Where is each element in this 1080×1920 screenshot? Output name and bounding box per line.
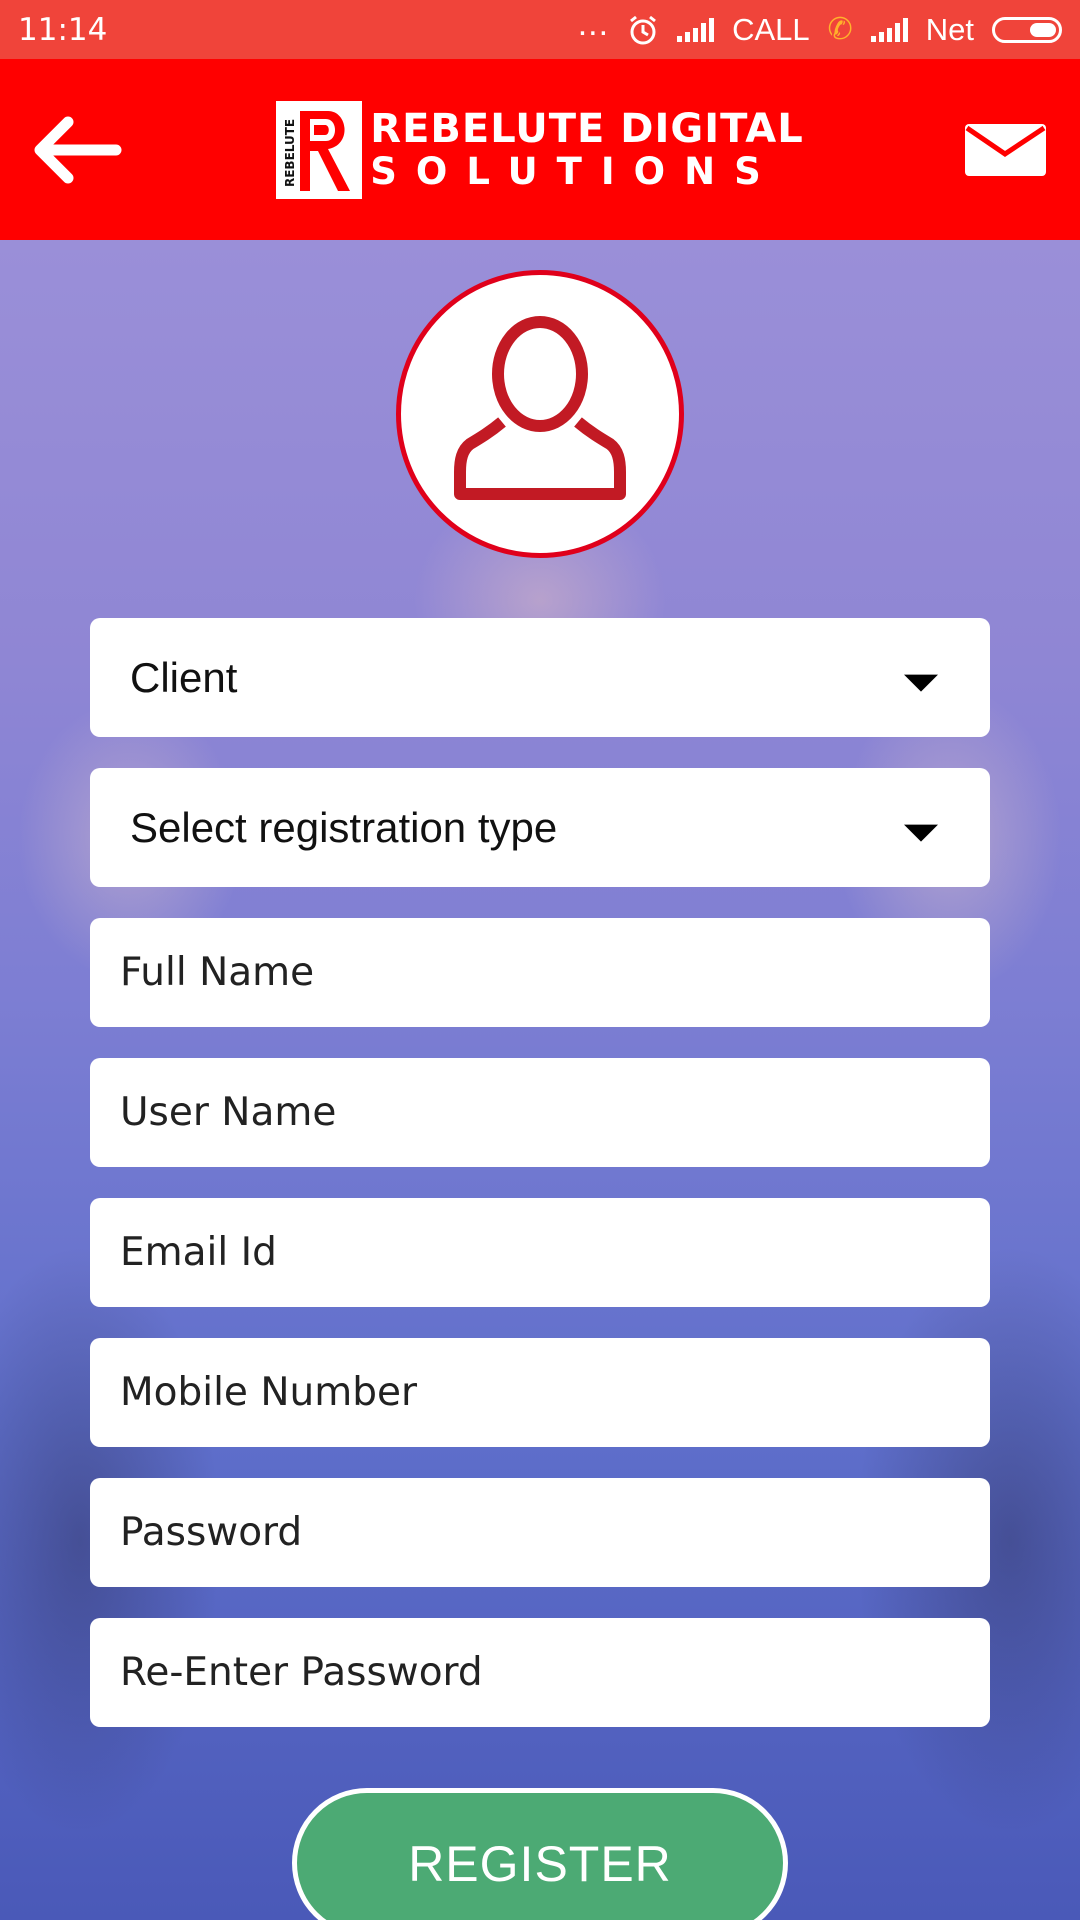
- app-logo: REBELUTE REBELUTE DIGITAL SOLUTIONS: [276, 100, 803, 199]
- phone-icon: ✆: [827, 13, 853, 46]
- user-icon: [454, 316, 626, 500]
- email-field-container: [90, 1198, 990, 1307]
- status-time: 11:14: [18, 11, 108, 48]
- reenter-password-field-container: [90, 1618, 990, 1727]
- user-name-input[interactable]: [120, 1058, 990, 1167]
- full-name-input[interactable]: [120, 918, 990, 1027]
- reenter-password-input[interactable]: [120, 1618, 990, 1727]
- mobile-number-input[interactable]: [120, 1338, 990, 1447]
- alarm-icon: [630, 15, 656, 44]
- logo-mark-text: REBELUTE: [283, 118, 297, 186]
- password-field-container: [90, 1478, 990, 1587]
- call-label: CALL: [732, 11, 810, 47]
- net-label: Net: [925, 11, 974, 47]
- dropdown-arrow-icon: [904, 824, 938, 842]
- battery-icon: [992, 16, 1062, 43]
- email-input[interactable]: [120, 1198, 990, 1307]
- dropdown-arrow-icon: [904, 674, 938, 692]
- app-bar: REBELUTE REBELUTE DIGITAL SOLUTIONS: [0, 59, 1080, 240]
- notification-dots: ...: [577, 5, 610, 43]
- signal-icon-2: [870, 17, 908, 42]
- full-name-field-container: [90, 918, 990, 1027]
- logo-text: REBELUTE DIGITAL SOLUTIONS: [370, 109, 803, 190]
- signal-icon: [677, 17, 715, 42]
- logo-r-icon: REBELUTE: [280, 104, 359, 195]
- status-icons: ... CALL ✆ Net: [578, 5, 1062, 48]
- register-button[interactable]: REGISTER: [292, 1788, 788, 1920]
- mobile-field-container: [90, 1338, 990, 1447]
- mail-icon[interactable]: [963, 120, 1048, 180]
- logo-mark: REBELUTE: [276, 100, 363, 199]
- profile-avatar[interactable]: [396, 270, 684, 558]
- registration-type-select[interactable]: Select registration type: [90, 768, 990, 887]
- user-type-select[interactable]: Client: [90, 618, 990, 737]
- logo-line1: REBELUTE DIGITAL: [370, 106, 804, 152]
- logo-line2: SOLUTIONS: [370, 150, 780, 193]
- password-input[interactable]: [120, 1478, 990, 1587]
- status-bar: 11:14 ... CALL ✆ Net: [0, 0, 1080, 59]
- user-type-value: Client: [130, 653, 238, 701]
- user-name-field-container: [90, 1058, 990, 1167]
- registration-type-value: Select registration type: [130, 803, 558, 851]
- arrow-left-icon[interactable]: [28, 110, 123, 190]
